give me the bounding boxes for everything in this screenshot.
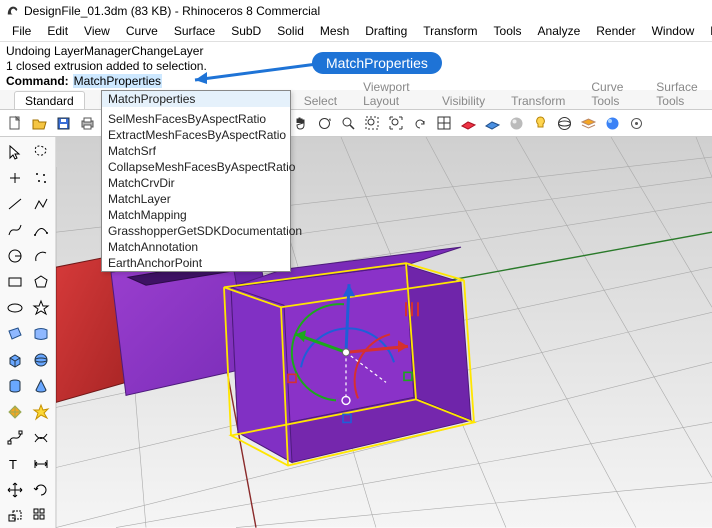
menu-mesh[interactable]: Mesh	[312, 22, 357, 40]
rectangle-icon[interactable]	[2, 269, 28, 295]
autocomplete-item[interactable]: SelMeshFacesByAspectRatio	[102, 111, 290, 127]
svg-text:T: T	[9, 457, 17, 472]
max-viewport-icon[interactable]	[433, 112, 455, 134]
menu-drafting[interactable]: Drafting	[357, 22, 415, 40]
autocomplete-item[interactable]: GrasshopperGetSDKDocumentation	[102, 223, 290, 239]
autocomplete-item[interactable]: MatchCrvDir	[102, 175, 290, 191]
set-cplane-icon[interactable]	[457, 112, 479, 134]
save-file-icon[interactable]	[52, 112, 74, 134]
autocomplete-item[interactable]: MatchAnnotation	[102, 239, 290, 255]
zoom-icon[interactable]	[337, 112, 359, 134]
surface-icon[interactable]	[2, 321, 28, 347]
tab-select[interactable]: Select	[293, 91, 348, 109]
open-file-icon[interactable]	[28, 112, 50, 134]
rhino-app-icon	[6, 4, 20, 18]
lasso-icon[interactable]	[28, 139, 54, 165]
autocomplete-item[interactable]: ExtractMeshFacesByAspectRatio	[102, 127, 290, 143]
star-icon[interactable]	[28, 295, 54, 321]
window-title: DesignFile_01.3dm (83 KB) - Rhinoceros 8…	[24, 4, 320, 18]
menu-file[interactable]: File	[4, 22, 39, 40]
tab-surface-tools[interactable]: Surface Tools	[645, 77, 712, 109]
menu-edit[interactable]: Edit	[39, 22, 76, 40]
dimension-icon[interactable]	[28, 451, 54, 477]
autocomplete-item[interactable]: MatchLayer	[102, 191, 290, 207]
arc-icon[interactable]	[28, 243, 54, 269]
point-icon[interactable]	[2, 165, 28, 191]
menu-transform[interactable]: Transform	[415, 22, 485, 40]
explode-icon[interactable]	[28, 399, 54, 425]
menu-window[interactable]: Window	[644, 22, 703, 40]
menu-surface[interactable]: Surface	[166, 22, 223, 40]
tab-visibility[interactable]: Visibility	[431, 91, 496, 109]
titlebar: DesignFile_01.3dm (83 KB) - Rhinoceros 8…	[0, 0, 712, 22]
menu-analyze[interactable]: Analyze	[530, 22, 589, 40]
tab-transform[interactable]: Transform	[500, 91, 576, 109]
interp-curve-icon[interactable]	[28, 217, 54, 243]
wireframe-icon[interactable]	[553, 112, 575, 134]
zoom-selected-icon[interactable]	[385, 112, 407, 134]
autocomplete-item[interactable]: MatchMapping	[102, 207, 290, 223]
polyline-icon[interactable]	[28, 191, 54, 217]
menu-solid[interactable]: Solid	[269, 22, 312, 40]
mesh-icon[interactable]	[2, 399, 28, 425]
new-file-icon[interactable]	[4, 112, 26, 134]
command-input[interactable]: MatchProperties	[73, 74, 162, 88]
menu-subd[interactable]: SubD	[223, 22, 269, 40]
pointer-icon[interactable]	[2, 139, 28, 165]
sphere-icon[interactable]	[28, 347, 54, 373]
menu-render[interactable]: Render	[588, 22, 643, 40]
polygon-icon[interactable]	[28, 269, 54, 295]
rotate-view-icon[interactable]	[313, 112, 335, 134]
properties-icon[interactable]	[625, 112, 647, 134]
zoom-extents-icon[interactable]	[361, 112, 383, 134]
curve-icon[interactable]	[2, 217, 28, 243]
print-icon[interactable]	[76, 112, 98, 134]
undo-view-icon[interactable]	[409, 112, 431, 134]
menubar: File Edit View Curve Surface SubD Solid …	[0, 22, 712, 42]
autocomplete-item[interactable]: EarthAnchorPoint	[102, 255, 290, 271]
move-icon[interactable]	[2, 477, 28, 503]
control-points-icon[interactable]	[2, 425, 28, 451]
circle-icon[interactable]	[2, 243, 28, 269]
set-view-icon[interactable]	[481, 112, 503, 134]
scale-icon[interactable]	[2, 503, 28, 528]
menu-view[interactable]: View	[76, 22, 118, 40]
tab-viewport-layout[interactable]: Viewport Layout	[352, 77, 427, 109]
cone-icon[interactable]	[28, 373, 54, 399]
idea-icon[interactable]	[529, 112, 551, 134]
text-icon[interactable]: T	[2, 451, 28, 477]
layer-icon[interactable]	[577, 112, 599, 134]
blend-icon[interactable]	[28, 425, 54, 451]
points-icon[interactable]	[28, 165, 54, 191]
autocomplete-item[interactable]: CollapseMeshFacesByAspectRatio	[102, 159, 290, 175]
ellipse-icon[interactable]	[2, 295, 28, 321]
render-icon[interactable]	[601, 112, 623, 134]
rotate-icon[interactable]	[28, 477, 54, 503]
box-icon[interactable]	[2, 347, 28, 373]
menu-curve[interactable]: Curve	[118, 22, 166, 40]
loft-icon[interactable]	[28, 321, 54, 347]
menu-tools[interactable]: Tools	[486, 22, 530, 40]
command-autocomplete[interactable]: MatchProperties SelMeshFacesByAspectRati…	[101, 90, 291, 272]
menu-help[interactable]: Help	[702, 22, 712, 40]
autocomplete-item[interactable]: MatchSrf	[102, 143, 290, 159]
line-icon[interactable]	[2, 191, 28, 217]
pan-hand-icon[interactable]	[289, 112, 311, 134]
tab-standard[interactable]: Standard	[14, 91, 85, 109]
command-label: Command:	[6, 74, 69, 88]
cylinder-icon[interactable]	[2, 373, 28, 399]
array-icon[interactable]	[28, 503, 54, 528]
annotation-callout: MatchProperties	[312, 52, 442, 74]
shade-icon[interactable]	[505, 112, 527, 134]
left-toolbox: T	[0, 137, 56, 528]
autocomplete-item[interactable]: MatchProperties	[102, 91, 290, 107]
tab-curve-tools[interactable]: Curve Tools	[580, 77, 641, 109]
